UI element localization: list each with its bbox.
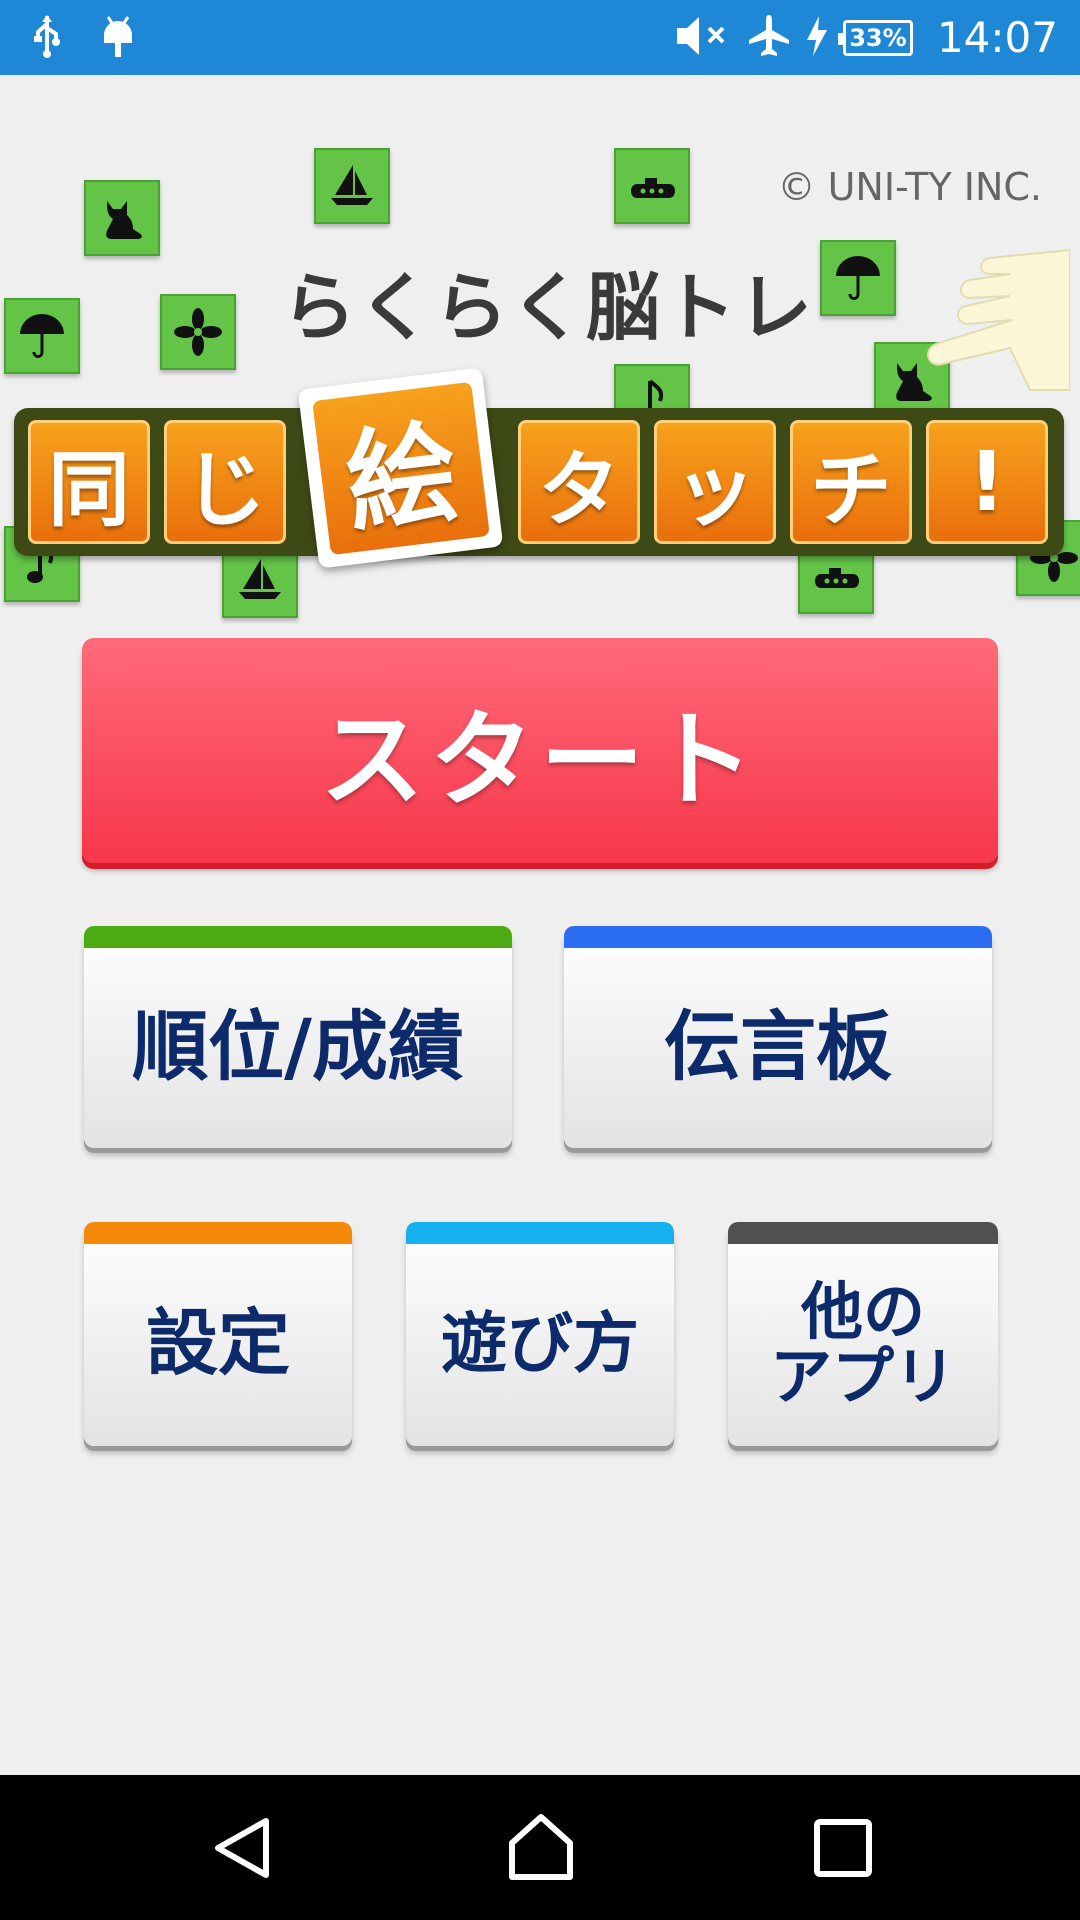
settings-stripe [84,1222,352,1244]
logo-char: ッ [654,420,776,544]
other-apps-label: 他の アプリ [769,1274,956,1413]
how-to-play-button[interactable]: 遊び方 [406,1222,674,1446]
umbrella-icon [820,240,896,316]
sailboat-icon [314,148,390,224]
logo-char: 絵 [311,381,490,555]
recent-apps-icon[interactable] [812,1817,874,1883]
logo-char: じ [164,420,286,544]
ranking-label: 順位/成績 [132,1002,464,1092]
settings-button[interactable]: 設定 [84,1222,352,1446]
ranking-stripe [84,926,512,948]
ranking-button[interactable]: 順位/成績 [84,926,512,1148]
navigation-bar [0,1775,1080,1920]
other-apps-button[interactable]: 他の アプリ [728,1222,998,1446]
home-icon[interactable] [506,1811,576,1887]
logo-char: 同 [28,420,150,544]
battery-level: 33% [849,23,907,52]
logo-char-featured: 絵 [297,367,504,569]
umbrella-icon [4,298,80,374]
logo-char: チ [790,420,912,544]
copyright-text: © UNI-TY INC. [777,165,1043,209]
android-debug-icon [100,13,136,63]
howto-label: 遊び方 [441,1305,639,1383]
battery-icon: 33% [837,19,913,56]
howto-stripe [406,1222,674,1244]
board-stripe [564,926,992,948]
submarine-icon [614,148,690,224]
settings-label: 設定 [145,1301,290,1386]
usb-icon [30,14,64,62]
cat-icon [84,180,160,256]
charging-icon [805,14,829,62]
airplane-mode-icon [747,13,791,63]
other-apps-stripe [728,1222,998,1244]
logo-char: ! [926,420,1048,544]
mute-icon [675,14,733,62]
message-board-button[interactable]: 伝言板 [564,926,992,1148]
app-subtitle: らくらく脳トレ [282,265,814,351]
flower-icon [160,294,236,370]
clock: 14:07 [936,13,1058,62]
status-bar: 33% 14:07 [0,0,1080,75]
start-button[interactable]: スタート [82,638,998,863]
board-label: 伝言板 [664,1002,892,1092]
logo-char: タ [518,420,640,544]
back-icon[interactable] [210,1815,276,1885]
pointing-hand-icon [920,240,1071,391]
